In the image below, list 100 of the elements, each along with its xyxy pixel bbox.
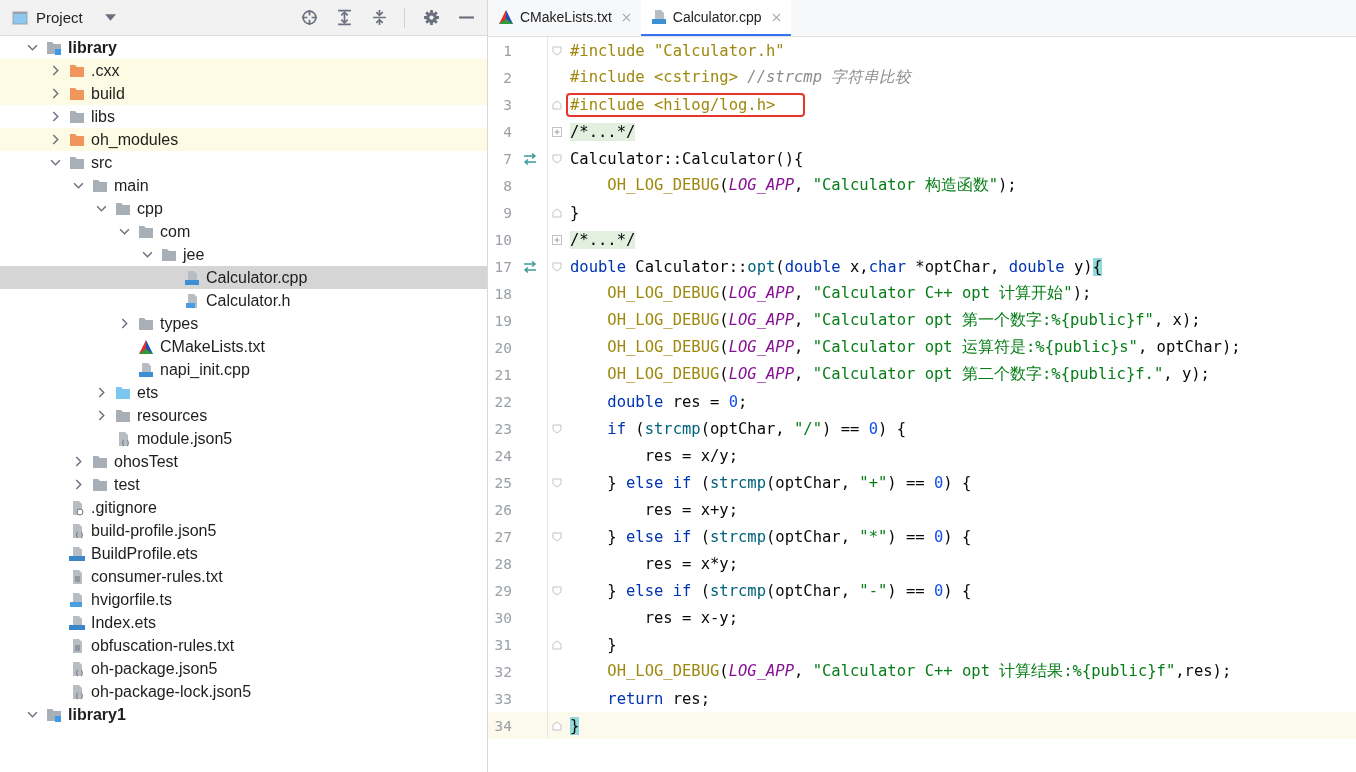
collapse-all-icon[interactable] <box>371 9 388 26</box>
code-line: res = x*y; <box>643 553 739 575</box>
tree-item[interactable]: src <box>0 151 487 174</box>
tree-item[interactable]: Calculator.cpp <box>0 266 487 289</box>
crosshair-icon[interactable] <box>301 9 318 26</box>
tree-item-label: library1 <box>68 705 126 724</box>
tree-item[interactable]: build-profile.json5 <box>0 519 487 542</box>
module-folder-icon <box>46 39 62 56</box>
folder-icon <box>92 476 108 493</box>
tree-item-label: oh_modules <box>91 130 179 149</box>
tree-item[interactable]: oh-package-lock.json5 <box>0 680 487 703</box>
fold-marker-icon[interactable] <box>552 423 562 434</box>
code-line: res = x+y; <box>643 499 739 521</box>
tree-item-label: oh-package-lock.json5 <box>91 682 252 701</box>
code-line: OH_LOG_DEBUG(LOG_APP, "Calculator opt 第二个数字:%{public}f.", y); <box>606 364 1211 385</box>
tree-item[interactable]: jee <box>0 243 487 266</box>
code-line: } <box>569 202 581 224</box>
tree-item[interactable]: Calculator.h <box>0 289 487 312</box>
tree-item-label: hvigorfile.ts <box>91 590 172 609</box>
tree-item[interactable]: ets <box>0 381 487 404</box>
tree-item[interactable]: build <box>0 82 487 105</box>
folder-icon <box>138 223 154 240</box>
line-number: 30 <box>493 609 512 626</box>
close-icon[interactable] <box>621 12 631 22</box>
tree-item-label: Calculator.h <box>206 291 291 310</box>
tree-item[interactable]: CMakeLists.txt <box>0 335 487 358</box>
tree-item-label: library <box>68 38 117 57</box>
line-number: 17 <box>493 258 512 275</box>
code-line: #include "Calculator.h" <box>569 40 786 62</box>
chevron-down-icon[interactable] <box>49 157 61 168</box>
fold-marker-icon[interactable] <box>552 477 562 488</box>
tree-item[interactable]: test <box>0 473 487 496</box>
code-line: } <box>606 634 618 656</box>
code-line: OH_LOG_DEBUG(LOG_APP, "Calculator 构造函数"); <box>606 175 1018 196</box>
code-line: if (strcmp(optChar, "/") == 0) { <box>606 418 907 440</box>
folder-icon <box>138 315 154 332</box>
tree-item[interactable]: Index.ets <box>0 611 487 634</box>
tree-item[interactable]: cpp <box>0 197 487 220</box>
code-line: } else if (strcmp(optChar, "-") == 0) { <box>606 580 973 602</box>
tree-item[interactable]: library1 <box>0 703 487 726</box>
line-number: 7 <box>502 150 512 167</box>
folder-icon <box>69 154 85 171</box>
line-number: 20 <box>493 339 512 356</box>
tree-item[interactable]: napi_init.cpp <box>0 358 487 381</box>
folder-icon <box>161 246 177 263</box>
tree-item[interactable]: library <box>0 36 487 59</box>
code-line: double res = 0; <box>606 391 749 413</box>
chevron-down-icon[interactable] <box>72 180 84 191</box>
fold-marker-icon[interactable] <box>552 207 562 218</box>
tree-item-label: types <box>160 314 199 333</box>
editor-tab[interactable]: CMakeLists.txt <box>488 0 641 36</box>
tree-item[interactable]: oh-package.json5 <box>0 657 487 680</box>
chevron-down-icon[interactable] <box>95 203 107 214</box>
close-icon[interactable] <box>771 12 781 22</box>
code-line: return res; <box>606 688 711 710</box>
tree-item[interactable]: main <box>0 174 487 197</box>
expand-all-icon[interactable] <box>336 9 353 26</box>
line-number: 8 <box>502 177 512 194</box>
chevron-down-icon[interactable] <box>26 709 38 720</box>
fold-marker-icon[interactable] <box>552 531 562 542</box>
chevron-down-icon[interactable] <box>26 42 38 53</box>
dropdown-caret-icon[interactable] <box>104 14 116 21</box>
chevron-down-icon[interactable] <box>118 226 130 237</box>
tree-item[interactable]: BuildProfile.ets <box>0 542 487 565</box>
tree-item[interactable]: obfuscation-rules.txt <box>0 634 487 657</box>
code-line: Calculator::Calculator(){ <box>569 148 805 170</box>
tree-item[interactable]: hvigorfile.ts <box>0 588 487 611</box>
tree-item[interactable]: .cxx <box>0 59 487 82</box>
code-line: OH_LOG_DEBUG(LOG_APP, "Calculator opt 第一个数字:%{public}f", x); <box>606 310 1202 331</box>
fold-marker-icon[interactable] <box>552 720 562 731</box>
fold-marker-icon[interactable] <box>552 261 562 272</box>
folder-icon <box>69 62 85 79</box>
fold-marker-icon[interactable] <box>552 585 562 596</box>
fold-marker-icon[interactable] <box>552 153 562 164</box>
tree-item[interactable]: com <box>0 220 487 243</box>
file-icon <box>69 545 85 562</box>
tree-item[interactable]: .gitignore <box>0 496 487 519</box>
editor-tab[interactable]: Calculator.cpp <box>640 0 791 36</box>
tree-item-label: ets <box>137 383 159 402</box>
fold-marker-icon[interactable] <box>552 639 562 650</box>
fold-marker-icon[interactable] <box>552 45 562 56</box>
panel-title[interactable]: Project <box>36 9 83 26</box>
tree-item-label: CMakeLists.txt <box>160 337 265 356</box>
tree-item[interactable]: ohosTest <box>0 450 487 473</box>
tree-item[interactable]: module.json5 <box>0 427 487 450</box>
tree-item[interactable]: libs <box>0 105 487 128</box>
line-number: 22 <box>493 393 512 410</box>
folder-icon <box>115 407 131 424</box>
swap-arrows-icon[interactable] <box>522 260 537 273</box>
swap-arrows-icon[interactable] <box>522 152 537 165</box>
line-number: 33 <box>493 690 512 707</box>
chevron-down-icon[interactable] <box>141 249 153 260</box>
window-icon <box>12 9 28 26</box>
line-number: 19 <box>493 312 512 329</box>
tree-item[interactable]: oh_modules <box>0 128 487 151</box>
tree-item[interactable]: types <box>0 312 487 335</box>
tree-item[interactable]: consumer-rules.txt <box>0 565 487 588</box>
settings-icon[interactable] <box>423 9 440 26</box>
tree-item[interactable]: resources <box>0 404 487 427</box>
fold-marker-icon[interactable] <box>552 99 562 110</box>
